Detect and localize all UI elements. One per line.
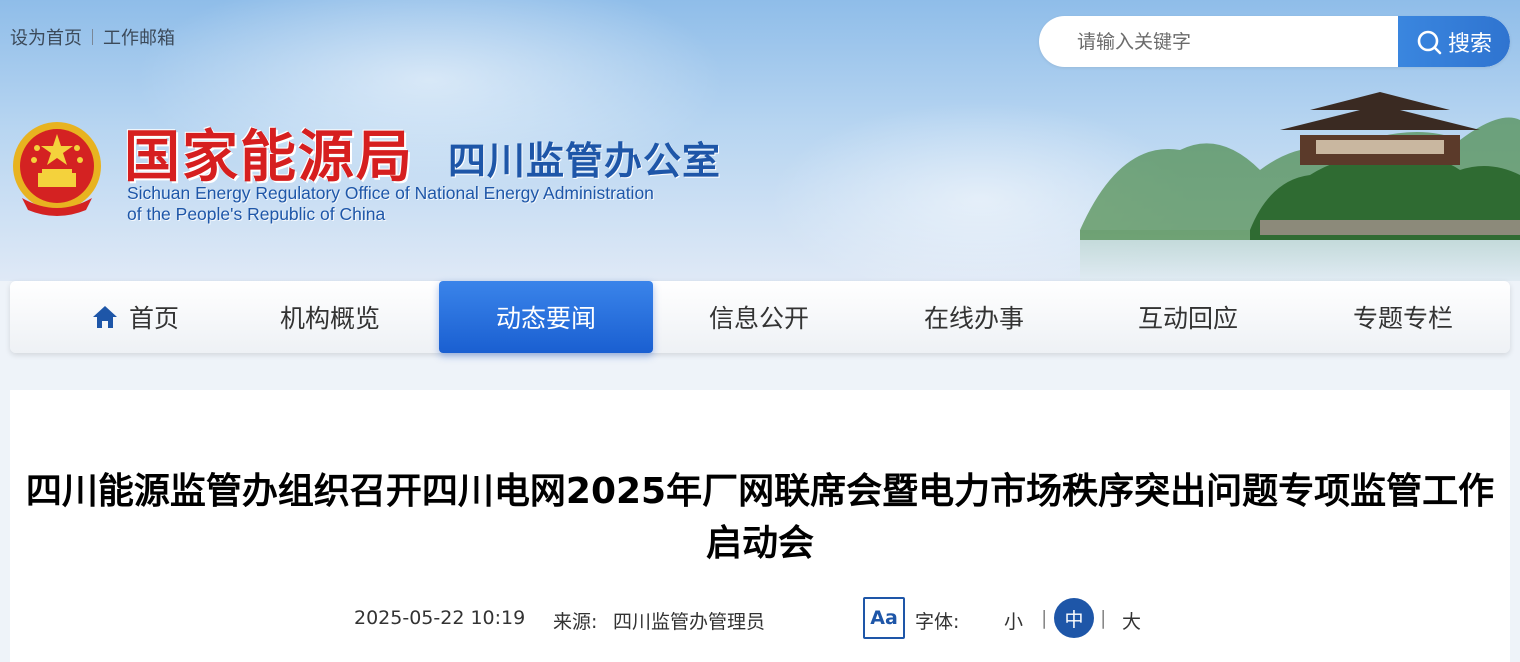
work-mail-link[interactable]: 工作邮箱 [103, 24, 175, 50]
divider [92, 29, 93, 45]
font-size-small-button[interactable]: 小 [1004, 607, 1023, 634]
nav-item-label: 首页 [128, 304, 179, 333]
logo-subtitle-cn: 四川监管办公室 [448, 139, 722, 183]
nav-item-label: 专题专栏 [1352, 304, 1453, 333]
article-meta: 2025-05-22 10:19 来源: 四川监管办管理员 Aa 字体: 小 |… [0, 596, 1520, 642]
logo-en-line2: of the People's Republic of China [127, 204, 386, 224]
logo-en-line1: Sichuan Energy Regulatory Office of Nati… [127, 183, 654, 203]
search-box: 搜索 [1039, 16, 1510, 67]
source-label: 来源: [553, 611, 598, 633]
font-size-medium-button[interactable]: 中 [1054, 598, 1094, 638]
logo-title-en: Sichuan Energy Regulatory Office of Nati… [127, 183, 654, 225]
nav-item-label: 动态要闻 [495, 304, 596, 333]
nav-item-home[interactable]: 首页 [28, 281, 242, 353]
set-home-link[interactable]: 设为首页 [10, 24, 82, 50]
logo-title-cn: 国家能源局 [124, 124, 414, 190]
nav-item-label: 信息公开 [708, 304, 809, 333]
nav-item-interaction[interactable]: 互动回应 [1081, 281, 1295, 353]
divider: | [1041, 607, 1048, 629]
article-title: 四川能源监管办组织召开四川电网2025年厂网联席会暨电力市场秩序突出问题专项监管… [25, 471, 1495, 564]
header-banner: 设为首页 工作邮箱 搜索 国家能源局 四川监管办公室 Sichuan Energ… [0, 0, 1520, 281]
nav-item-info-public[interactable]: 信息公开 [652, 281, 866, 353]
home-icon [92, 306, 117, 328]
top-links: 设为首页 工作邮箱 [10, 24, 175, 50]
nav-item-topics[interactable]: 专题专栏 [1296, 281, 1510, 353]
nav-item-label: 在线办事 [923, 304, 1024, 333]
nav-item-label: 互动回应 [1137, 304, 1238, 333]
nav-item-news[interactable]: 动态要闻 [439, 281, 653, 353]
nav-item-online-service[interactable]: 在线办事 [867, 281, 1081, 353]
nav-item-overview[interactable]: 机构概览 [223, 281, 437, 353]
search-button[interactable]: 搜索 [1398, 16, 1510, 67]
search-input[interactable] [1039, 16, 1398, 67]
divider: | [1100, 607, 1107, 629]
font-size-icon: Aa [863, 597, 905, 639]
source-value: 四川监管办管理员 [613, 611, 766, 633]
national-emblem-icon [13, 122, 101, 216]
font-size-label: 字体: [915, 611, 960, 633]
publish-date: 2025-05-22 10:19 [354, 607, 526, 629]
main-nav: 首页 机构概览 动态要闻 信息公开 在线办事 互动回应 专题专栏 [10, 281, 1510, 353]
search-button-label: 搜索 [1447, 31, 1492, 57]
font-size-large-button[interactable]: 大 [1122, 607, 1141, 634]
nav-item-label: 机构概览 [279, 304, 380, 333]
search-icon [1417, 30, 1442, 54]
pavilion-scenery-image [1080, 92, 1520, 281]
